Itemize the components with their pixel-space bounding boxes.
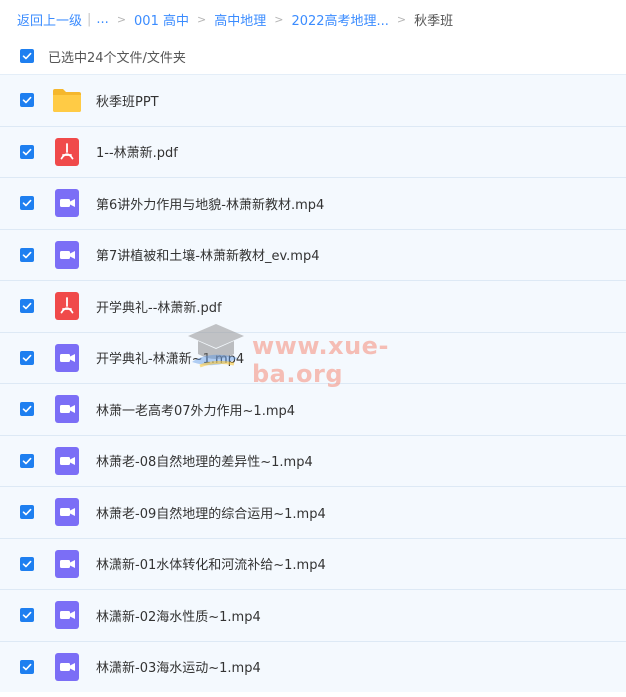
file-row[interactable]: 开学典礼-林潇新~1.mp4 <box>0 331 626 383</box>
file-checkbox[interactable] <box>20 299 34 314</box>
check-icon <box>22 406 32 413</box>
file-name[interactable]: 林潇新-02海水性质~1.mp4 <box>96 606 261 625</box>
select-all-bar: 已选中24个文件/文件夹 <box>0 38 626 74</box>
chevron-right-icon: > <box>116 12 127 26</box>
file-checkbox[interactable] <box>20 350 34 365</box>
file-name[interactable]: 林萧老-08自然地理的差异性~1.mp4 <box>96 451 313 470</box>
breadcrumb: 返回上一级 | ... > 001 高中 > 高中地理 > 2022高考地理..… <box>0 0 626 38</box>
selection-count-label: 已选中24个文件/文件夹 <box>48 50 186 66</box>
file-row[interactable]: 林潇新-02海水性质~1.mp4 <box>0 589 626 641</box>
chevron-right-icon: > <box>196 12 207 26</box>
file-row[interactable]: 开学典礼--林萧新.pdf <box>0 280 626 332</box>
check-icon <box>22 200 32 207</box>
file-checkbox[interactable] <box>20 196 34 211</box>
file-name[interactable]: 林萧老-09自然地理的综合运用~1.mp4 <box>96 503 326 522</box>
file-row[interactable]: 第7讲植被和土壤-林萧新教材_ev.mp4 <box>0 228 626 280</box>
pdf-icon <box>52 137 82 167</box>
breadcrumb-ellipsis[interactable]: ... <box>96 12 108 27</box>
check-icon <box>22 457 32 465</box>
file-name[interactable]: 林潇新-03海水运动~1.mp4 <box>96 657 261 676</box>
check-icon <box>22 97 32 104</box>
back-link[interactable]: 返回上一级 <box>17 10 82 29</box>
breadcrumb-current: 秋季班 <box>414 13 454 29</box>
video-icon <box>52 240 82 270</box>
file-checkbox[interactable] <box>20 144 34 159</box>
file-checkbox[interactable] <box>20 93 34 108</box>
chevron-right-icon: > <box>274 12 284 26</box>
breadcrumb-item[interactable]: 2022高考地理... <box>291 10 388 29</box>
check-icon <box>22 251 32 259</box>
breadcrumb-item[interactable]: 高中地理 <box>214 10 266 29</box>
video-icon <box>52 343 82 373</box>
file-checkbox[interactable] <box>20 556 34 571</box>
folder-icon <box>52 85 82 115</box>
file-checkbox[interactable] <box>20 402 34 417</box>
video-icon <box>52 188 82 218</box>
check-icon <box>22 509 32 516</box>
file-checkbox[interactable] <box>20 453 34 468</box>
file-name[interactable]: 第7讲植被和土壤-林萧新教材_ev.mp4 <box>96 245 319 264</box>
file-name[interactable]: 开学典礼-林潇新~1.mp4 <box>96 348 244 367</box>
video-icon <box>52 652 82 682</box>
file-row[interactable]: 林潇新-03海水运动~1.mp4 <box>0 640 626 692</box>
file-row[interactable]: 第6讲外力作用与地貌-林萧新教材.mp4 <box>0 177 626 229</box>
video-icon <box>52 600 82 630</box>
pdf-icon <box>52 291 82 321</box>
file-name[interactable]: 第6讲外力作用与地貌-林萧新教材.mp4 <box>96 194 324 213</box>
file-name[interactable]: 林萧一老高考07外力作用~1.mp4 <box>96 400 295 419</box>
check-icon <box>22 148 32 156</box>
file-checkbox[interactable] <box>20 247 34 262</box>
file-checkbox[interactable] <box>20 608 34 623</box>
check-icon <box>22 52 32 60</box>
video-icon <box>52 394 82 424</box>
check-icon <box>22 612 32 619</box>
check-icon <box>22 303 32 310</box>
file-name[interactable]: 秋季班PPT <box>96 91 159 110</box>
check-icon <box>22 560 32 568</box>
video-icon <box>52 497 82 527</box>
file-name[interactable]: 1--林萧新.pdf <box>96 142 178 161</box>
file-checkbox[interactable] <box>20 505 34 520</box>
video-icon <box>52 549 82 579</box>
file-name[interactable]: 林潇新-01水体转化和河流补给~1.mp4 <box>96 554 326 573</box>
file-row[interactable]: 林萧老-09自然地理的综合运用~1.mp4 <box>0 486 626 538</box>
file-row[interactable]: 林萧一老高考07外力作用~1.mp4 <box>0 383 626 435</box>
breadcrumb-item[interactable]: 001 高中 <box>134 10 189 29</box>
check-icon <box>22 663 32 671</box>
check-icon <box>22 354 32 362</box>
file-row[interactable]: 林潇新-01水体转化和河流补给~1.mp4 <box>0 537 626 589</box>
chevron-right-icon: > <box>396 12 407 26</box>
file-list: 秋季班PPT 1--林萧新.pdf 第6讲外力作用与地貌-林萧新教材.mp4 第7讲植… <box>0 74 626 692</box>
file-checkbox[interactable] <box>20 659 34 674</box>
file-name[interactable]: 开学典礼--林萧新.pdf <box>96 297 222 316</box>
file-row[interactable]: 林萧老-08自然地理的差异性~1.mp4 <box>0 434 626 486</box>
video-icon <box>52 446 82 476</box>
file-row[interactable]: 秋季班PPT <box>0 74 626 126</box>
select-all-checkbox[interactable] <box>20 49 34 63</box>
file-row[interactable]: 1--林萧新.pdf <box>0 125 626 177</box>
breadcrumb-divider: | <box>87 11 92 27</box>
